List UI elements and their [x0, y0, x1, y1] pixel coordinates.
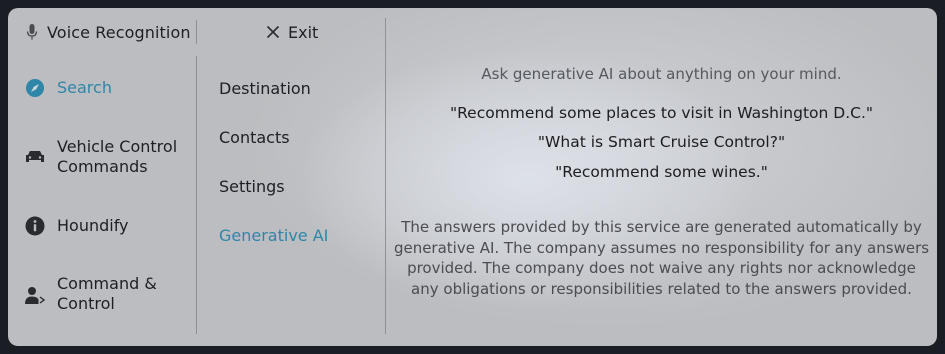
car-icon [24, 146, 46, 168]
page-title: Voice Recognition [47, 22, 191, 42]
example-command: "Recommend some places to visit in Washi… [449, 104, 874, 122]
category-item-vehicle-control[interactable]: Vehicle Control Commands [8, 137, 196, 177]
example-command: "What is Smart Cruise Control?" [537, 133, 786, 151]
category-item-command-control[interactable]: Command & Control [8, 274, 196, 314]
header-divider [196, 20, 197, 44]
microphone-icon [26, 24, 38, 40]
subcategory-item-contacts[interactable]: Contacts [219, 128, 290, 147]
category-item-search[interactable]: Search [8, 78, 196, 98]
category-list: Search Vehicle Control Commands Houndify… [8, 60, 196, 346]
user-voice-icon [24, 284, 46, 306]
category-item-houndify[interactable]: Houndify [8, 215, 196, 237]
intro-text: Ask generative AI about anything on your… [481, 65, 842, 83]
header-title-area: Voice Recognition [8, 8, 196, 56]
disclaimer-text: The answers provided by this service are… [393, 218, 930, 298]
example-command: "Recommend some wines." [555, 163, 768, 181]
category-label: Search [57, 78, 112, 97]
column-divider-1 [196, 56, 197, 334]
subcategory-item-generative-ai[interactable]: Generative AI [219, 226, 328, 245]
voice-recognition-panel: Voice Recognition Exit Search Vehicle Co… [8, 8, 937, 346]
content-area: Ask generative AI about anything on your… [386, 56, 937, 346]
subcategory-item-destination[interactable]: Destination [219, 79, 311, 98]
subcategory-item-settings[interactable]: Settings [219, 177, 285, 196]
exit-label: Exit [288, 22, 319, 42]
close-icon [266, 25, 280, 39]
category-label: Houndify [57, 216, 129, 235]
category-label: Vehicle Control Commands [57, 137, 178, 176]
category-label: Command & Control [57, 274, 157, 313]
compass-icon [24, 77, 46, 99]
info-icon [24, 215, 46, 237]
exit-button[interactable]: Exit [266, 20, 318, 44]
